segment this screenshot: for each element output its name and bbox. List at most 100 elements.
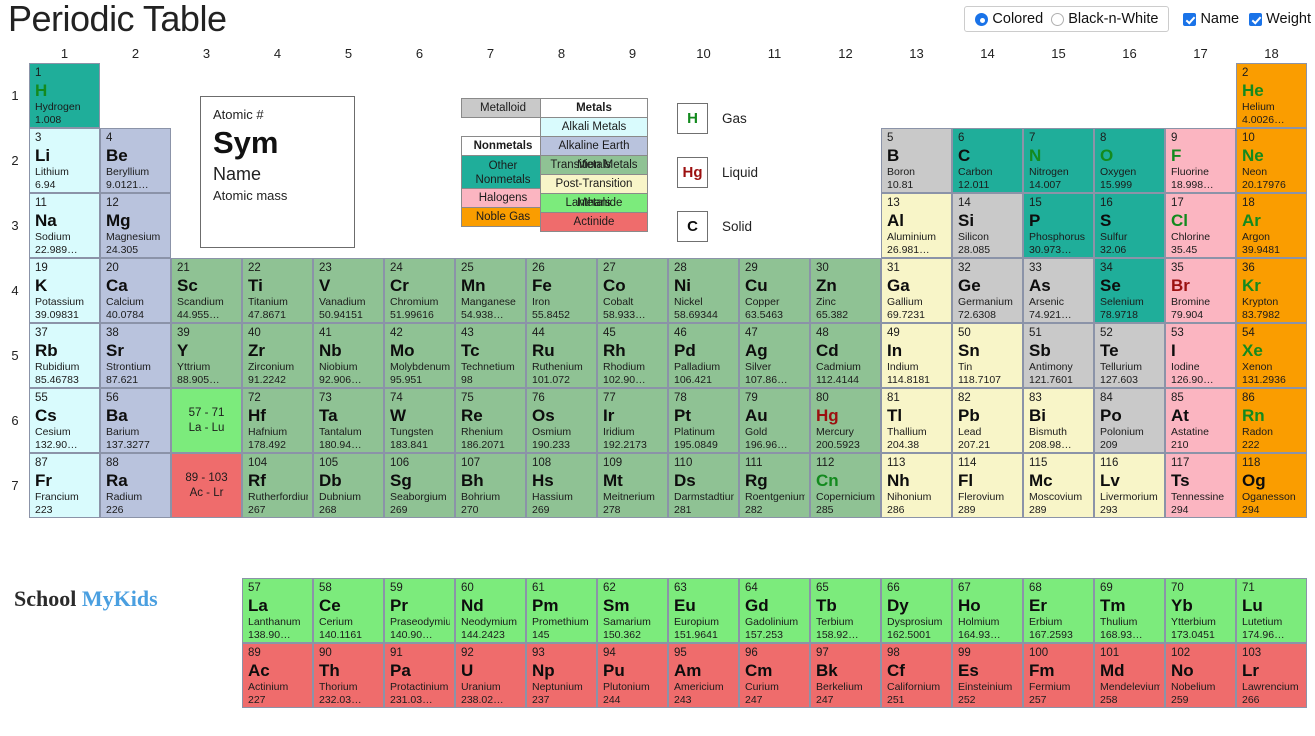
element-cell-md[interactable]: 101 Md Mendelevium 258 [1094, 643, 1165, 708]
element-cell-ho[interactable]: 67 Ho Holmium 164.93… [952, 578, 1023, 643]
legend-item-transition-metals[interactable]: Transition Metals [540, 155, 648, 175]
element-cell-no[interactable]: 102 No Nobelium 259 [1165, 643, 1236, 708]
element-cell-mc[interactable]: 115 Mc Moscovium 289 [1023, 453, 1094, 518]
legend-item-metals[interactable]: Metals [540, 98, 648, 118]
element-cell-na[interactable]: 11 Na Sodium 22.989… [29, 193, 100, 258]
element-cell-sr[interactable]: 38 Sr Strontium 87.621 [100, 323, 171, 388]
element-cell-zn[interactable]: 30 Zn Zinc 65.382 [810, 258, 881, 323]
element-cell-sb[interactable]: 51 Sb Antimony 121.7601 [1023, 323, 1094, 388]
radio-colored[interactable]: Colored [975, 11, 1043, 27]
element-cell-sn[interactable]: 50 Sn Tin 118.7107 [952, 323, 1023, 388]
element-cell-re[interactable]: 75 Re Rhenium 186.2071 [455, 388, 526, 453]
element-cell-hs[interactable]: 108 Hs Hassium 269 [526, 453, 597, 518]
element-cell-f[interactable]: 9 F Fluorine 18.998… [1165, 128, 1236, 193]
element-cell-os[interactable]: 76 Os Osmium 190.233 [526, 388, 597, 453]
element-cell-tb[interactable]: 65 Tb Terbium 158.92… [810, 578, 881, 643]
element-cell-se[interactable]: 34 Se Selenium 78.9718 [1094, 258, 1165, 323]
legend-item-nonmetals[interactable]: Nonmetals [461, 136, 545, 156]
element-cell-c[interactable]: 6 C Carbon 12.011 [952, 128, 1023, 193]
legend-item-noble-gas[interactable]: Noble Gas [461, 207, 545, 227]
element-cell-li[interactable]: 3 Li Lithium 6.94 [29, 128, 100, 193]
element-cell-he[interactable]: 2 He Helium 4.0026… [1236, 63, 1307, 128]
element-cell-ti[interactable]: 22 Ti Titanium 47.8671 [242, 258, 313, 323]
element-cell-tl[interactable]: 81 Tl Thallium 204.38 [881, 388, 952, 453]
placeholder-cell-ac-lr[interactable]: 89 - 103 Ac - Lr [171, 453, 242, 518]
element-cell-cs[interactable]: 55 Cs Cesium 132.90… [29, 388, 100, 453]
element-cell-pb[interactable]: 82 Pb Lead 207.21 [952, 388, 1023, 453]
element-cell-po[interactable]: 84 Po Polonium 209 [1094, 388, 1165, 453]
element-cell-lr[interactable]: 103 Lr Lawrencium 266 [1236, 643, 1307, 708]
element-cell-ar[interactable]: 18 Ar Argon 39.9481 [1236, 193, 1307, 258]
element-cell-pm[interactable]: 61 Pm Promethium 145 [526, 578, 597, 643]
element-cell-cd[interactable]: 48 Cd Cadmium 112.4144 [810, 323, 881, 388]
element-cell-ne[interactable]: 10 Ne Neon 20.17976 [1236, 128, 1307, 193]
element-cell-at[interactable]: 85 At Astatine 210 [1165, 388, 1236, 453]
checkbox-weight[interactable]: Weight [1249, 11, 1311, 27]
element-cell-mn[interactable]: 25 Mn Manganese 54.938… [455, 258, 526, 323]
element-cell-w[interactable]: 74 W Tungsten 183.841 [384, 388, 455, 453]
element-cell-la[interactable]: 57 La Lanthanum 138.90… [242, 578, 313, 643]
element-cell-zr[interactable]: 40 Zr Zirconium 91.2242 [242, 323, 313, 388]
element-cell-hf[interactable]: 72 Hf Hafnium 178.492 [242, 388, 313, 453]
element-cell-n[interactable]: 7 N Nitrogen 14.007 [1023, 128, 1094, 193]
element-cell-pa[interactable]: 91 Pa Protactinium 231.03… [384, 643, 455, 708]
element-cell-o[interactable]: 8 O Oxygen 15.999 [1094, 128, 1165, 193]
element-cell-ge[interactable]: 32 Ge Germanium 72.6308 [952, 258, 1023, 323]
element-cell-ts[interactable]: 117 Ts Tennessine 294 [1165, 453, 1236, 518]
legend-item-alkaline-earth-metals[interactable]: Alkaline Earth Metals [540, 136, 648, 171]
element-cell-xe[interactable]: 54 Xe Xenon 131.2936 [1236, 323, 1307, 388]
element-cell-rf[interactable]: 104 Rf Rutherfordium 267 [242, 453, 313, 518]
element-cell-au[interactable]: 79 Au Gold 196.96… [739, 388, 810, 453]
element-cell-as[interactable]: 33 As Arsenic 74.921… [1023, 258, 1094, 323]
element-cell-lu[interactable]: 71 Lu Lutetium 174.96… [1236, 578, 1307, 643]
element-cell-lv[interactable]: 116 Lv Livermorium 293 [1094, 453, 1165, 518]
element-cell-pd[interactable]: 46 Pd Palladium 106.421 [668, 323, 739, 388]
checkbox-name[interactable]: Name [1183, 11, 1239, 27]
element-cell-sc[interactable]: 21 Sc Scandium 44.955… [171, 258, 242, 323]
element-cell-db[interactable]: 105 Db Dubnium 268 [313, 453, 384, 518]
element-cell-am[interactable]: 95 Am Americium 243 [668, 643, 739, 708]
element-cell-ds[interactable]: 110 Ds Darmstadtium 281 [668, 453, 739, 518]
element-cell-h[interactable]: 1 H Hydrogen 1.008 [29, 63, 100, 128]
legend-item-post-transition-metals[interactable]: Post-Transition Metals [540, 174, 648, 209]
element-cell-mg[interactable]: 12 Mg Magnesium 24.305 [100, 193, 171, 258]
element-cell-ag[interactable]: 47 Ag Silver 107.86… [739, 323, 810, 388]
element-cell-p[interactable]: 15 P Phosphorus 30.973… [1023, 193, 1094, 258]
element-cell-cn[interactable]: 112 Cn Copernicium 285 [810, 453, 881, 518]
element-cell-rg[interactable]: 111 Rg Roentgenium 282 [739, 453, 810, 518]
element-cell-ce[interactable]: 58 Ce Cerium 140.1161 [313, 578, 384, 643]
element-cell-ga[interactable]: 31 Ga Gallium 69.7231 [881, 258, 952, 323]
element-cell-ca[interactable]: 20 Ca Calcium 40.0784 [100, 258, 171, 323]
element-cell-np[interactable]: 93 Np Neptunium 237 [526, 643, 597, 708]
element-cell-pt[interactable]: 78 Pt Platinum 195.0849 [668, 388, 739, 453]
legend-item-actinide[interactable]: Actinide [540, 212, 648, 232]
element-cell-cr[interactable]: 24 Cr Chromium 51.99616 [384, 258, 455, 323]
element-cell-cm[interactable]: 96 Cm Curium 247 [739, 643, 810, 708]
legend-item-lanthanide[interactable]: Lanthanide [540, 193, 648, 213]
element-cell-v[interactable]: 23 V Vanadium 50.94151 [313, 258, 384, 323]
element-cell-gd[interactable]: 64 Gd Gadolinium 157.253 [739, 578, 810, 643]
element-cell-nb[interactable]: 41 Nb Niobium 92.906… [313, 323, 384, 388]
element-cell-fe[interactable]: 26 Fe Iron 55.8452 [526, 258, 597, 323]
element-cell-fr[interactable]: 87 Fr Francium 223 [29, 453, 100, 518]
element-cell-hg[interactable]: 80 Hg Mercury 200.5923 [810, 388, 881, 453]
element-cell-al[interactable]: 13 Al Aluminium 26.981… [881, 193, 952, 258]
element-cell-in[interactable]: 49 In Indium 114.8181 [881, 323, 952, 388]
element-cell-sg[interactable]: 106 Sg Seaborgium 269 [384, 453, 455, 518]
element-cell-be[interactable]: 4 Be Beryllium 9.0121… [100, 128, 171, 193]
element-cell-cu[interactable]: 29 Cu Copper 63.5463 [739, 258, 810, 323]
element-cell-pr[interactable]: 59 PrPraseodymium140.90… [384, 578, 455, 643]
element-cell-nd[interactable]: 60 Nd Neodymium 144.2423 [455, 578, 526, 643]
element-cell-th[interactable]: 90 Th Thorium 232.03… [313, 643, 384, 708]
element-cell-s[interactable]: 16 S Sulfur 32.06 [1094, 193, 1165, 258]
legend-item-alkali-metals[interactable]: Alkali Metals [540, 117, 648, 137]
element-cell-te[interactable]: 52 Te Tellurium 127.603 [1094, 323, 1165, 388]
element-cell-ra[interactable]: 88 Ra Radium 226 [100, 453, 171, 518]
element-cell-ac[interactable]: 89 Ac Actinium 227 [242, 643, 313, 708]
element-cell-nh[interactable]: 113 Nh Nihonium 286 [881, 453, 952, 518]
element-cell-og[interactable]: 118 Og Oganesson 294 [1236, 453, 1307, 518]
element-cell-br[interactable]: 35 Br Bromine 79.904 [1165, 258, 1236, 323]
element-cell-k[interactable]: 19 K Potassium 39.09831 [29, 258, 100, 323]
element-cell-u[interactable]: 92 U Uranium 238.02… [455, 643, 526, 708]
element-cell-rn[interactable]: 86 Rn Radon 222 [1236, 388, 1307, 453]
